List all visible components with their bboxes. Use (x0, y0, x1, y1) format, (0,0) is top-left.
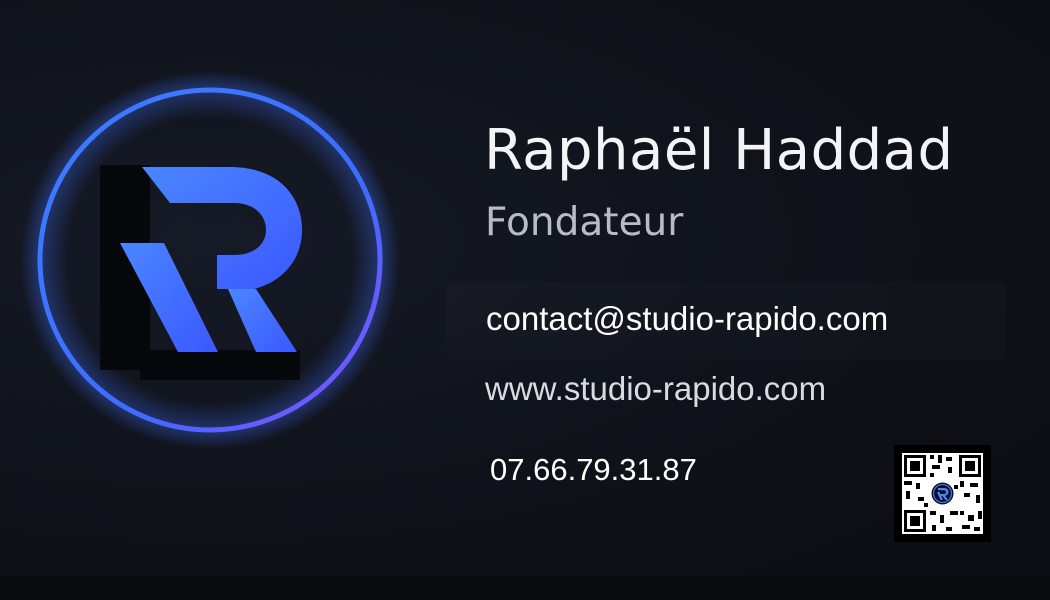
r-monogram-icon (20, 70, 400, 450)
phone-number[interactable]: 07.66.79.31.87 (490, 452, 697, 488)
person-role: Fondateur (485, 200, 684, 245)
business-card: Raphaël Haddad Fondateur contact@studio-… (0, 0, 1050, 600)
qr-code-icon (894, 445, 991, 542)
email-link[interactable]: contact@studio-rapido.com (486, 300, 888, 338)
person-name: Raphaël Haddad (484, 118, 954, 183)
website-link[interactable]: www.studio-rapido.com (485, 370, 826, 408)
bottom-band (0, 576, 1050, 600)
